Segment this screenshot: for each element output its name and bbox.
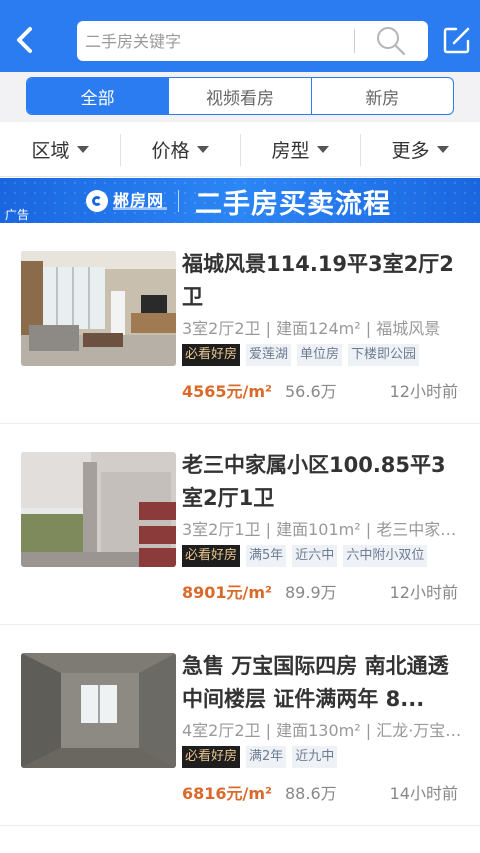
- listing-tag: 近九中: [292, 746, 338, 768]
- listing-item[interactable]: 福城风景114.19平3室2厅2卫 3室2厅2卫 | 建面124m² | 福城风…: [0, 224, 480, 424]
- listing-tag: 爱莲湖: [246, 344, 292, 366]
- filter-price[interactable]: 价格: [120, 122, 240, 176]
- caret-down-icon: [76, 145, 89, 153]
- listing-meta: 4室2厅2卫 | 建面130m² | 汇龙·万宝国际: [182, 721, 464, 740]
- listing-item[interactable]: 急售 万宝国际四房 南北通透 中间楼层 证件满两年 8... 4室2厅2卫 | …: [0, 626, 480, 826]
- filter-bar: 区域 价格 房型 更多: [0, 122, 480, 177]
- filter-more-label: 更多: [391, 139, 430, 162]
- banner-title: 二手房买卖流程: [195, 189, 391, 220]
- tab-all[interactable]: 全部: [27, 78, 169, 114]
- edit-button[interactable]: [440, 22, 474, 58]
- filter-price-label: 价格: [151, 139, 190, 162]
- listing-photo: [21, 452, 176, 567]
- listing-photo: [21, 251, 176, 366]
- listing-photo: [21, 653, 176, 768]
- ad-banner[interactable]: 广告 郴房网 二手房买卖流程: [0, 178, 480, 223]
- listing-tag: 满5年: [246, 545, 287, 567]
- chevron-left-icon: [17, 27, 32, 53]
- unit-price: 6816元/m²: [182, 784, 273, 803]
- tab-video-viewing[interactable]: 视频看房: [168, 78, 310, 114]
- listing-meta: 3室2厅2卫 | 建面124m² | 福城风景: [182, 319, 441, 338]
- brand-logo-icon: [86, 190, 108, 212]
- caret-down-icon: [436, 145, 449, 153]
- listing-tag: 满2年: [246, 746, 287, 768]
- search-input[interactable]: [85, 21, 345, 61]
- tag-must-see: 必看好房: [182, 746, 241, 768]
- listing-tag: 单位房: [297, 344, 343, 366]
- filter-more[interactable]: 更多: [360, 122, 480, 176]
- listing-tags: 必看好房 满2年 近九中: [182, 746, 464, 768]
- search-icon: [377, 27, 406, 56]
- unit-price: 8901元/m²: [182, 583, 273, 602]
- total-price: 88.6万: [285, 784, 337, 803]
- listing-item[interactable]: 老三中家属小区100.85平3室2厅1卫 3室2厅1卫 | 建面101m² | …: [0, 425, 480, 625]
- filter-layout[interactable]: 房型: [240, 122, 360, 176]
- tag-must-see: 必看好房: [182, 344, 241, 366]
- listing-tags: 必看好房 满5年 近六中 六中附小双位: [182, 545, 464, 567]
- unit-price: 4565元/m²: [182, 382, 273, 401]
- search-box[interactable]: [77, 21, 428, 61]
- post-time: 12小时前: [389, 382, 458, 401]
- filter-area-label: 区域: [31, 139, 70, 162]
- post-time: 14小时前: [389, 784, 458, 803]
- ad-label: 广告: [5, 208, 30, 222]
- listing-title: 福城风景114.19平3室2厅2卫: [182, 252, 454, 309]
- segmented-tabs: 全部 视频看房 新房: [26, 77, 454, 115]
- listing-tag: 六中附小双位: [343, 545, 428, 567]
- filter-area[interactable]: 区域: [0, 122, 120, 176]
- edit-icon: [443, 27, 470, 54]
- tag-must-see: 必看好房: [182, 545, 241, 567]
- listing-title: 急售 万宝国际四房 南北通透 中间楼层 证件满两年 8...: [182, 654, 449, 711]
- back-button[interactable]: [8, 22, 42, 58]
- listing-tags: 必看好房 爱莲湖 单位房 下楼即公园: [182, 344, 464, 366]
- tabs-bar: 全部 视频看房 新房: [0, 72, 480, 122]
- search-divider: [354, 29, 355, 53]
- listing-tag: 下楼即公园: [348, 344, 420, 366]
- total-price: 56.6万: [285, 382, 337, 401]
- filter-layout-label: 房型: [271, 139, 310, 162]
- app-header: [0, 0, 480, 72]
- search-button[interactable]: [369, 25, 413, 57]
- caret-down-icon: [316, 145, 329, 153]
- caret-down-icon: [196, 145, 209, 153]
- listing-meta: 3室2厅1卫 | 建面101m² | 老三中家属小区: [182, 520, 464, 539]
- post-time: 12小时前: [389, 583, 458, 602]
- listing-title: 老三中家属小区100.85平3室2厅1卫: [182, 453, 446, 510]
- tab-new-homes[interactable]: 新房: [310, 78, 453, 114]
- total-price: 89.9万: [285, 583, 337, 602]
- listing-tag: 近六中: [292, 545, 338, 567]
